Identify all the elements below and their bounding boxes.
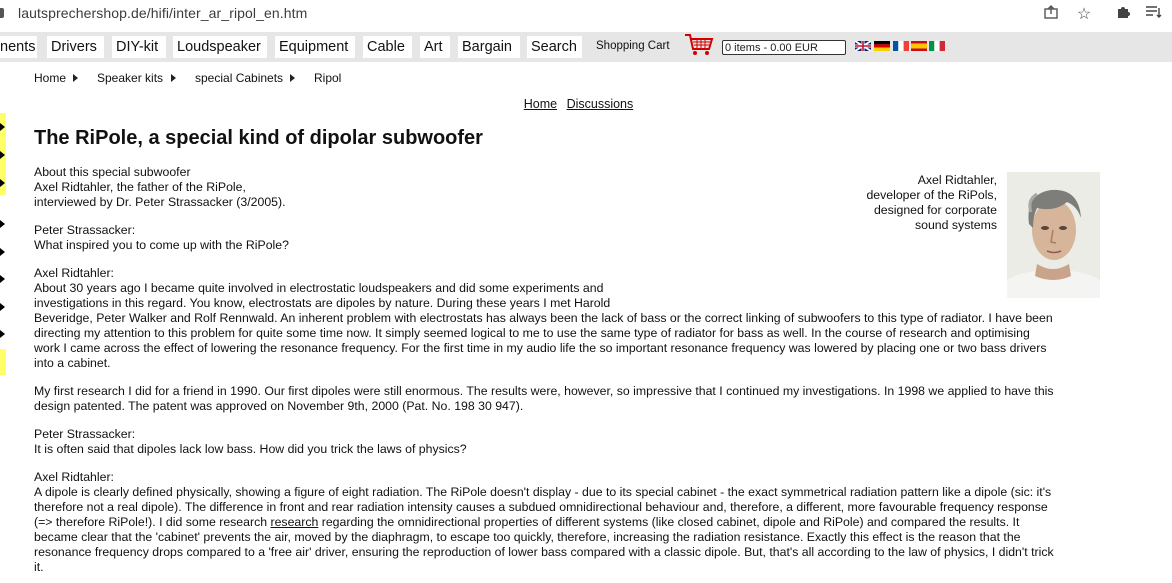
sidebar-arrow-icon [0, 330, 5, 338]
intro-line: About this special subwoofer [34, 165, 191, 179]
nav-item-loudspeaker[interactable]: Loudspeaker [173, 36, 267, 58]
page-title: The RiPole, a special kind of dipolar su… [34, 127, 483, 149]
intro-line: interviewed by Dr. Peter Strassacker (3/… [34, 195, 286, 209]
shopping-cart-label[interactable]: Shopping Cart [596, 40, 670, 52]
answer-line: About 30 years ago I became quite involv… [34, 281, 604, 295]
answer-line: investigations in this regard. You know,… [34, 296, 611, 310]
answer-line: A dipole is clearly defined physically, … [34, 485, 1052, 499]
speaker-label: Peter Strassacker: [34, 427, 136, 441]
flag-germany-icon[interactable] [874, 41, 890, 51]
nav-item-diy-kit[interactable]: DIY-kit [112, 36, 166, 58]
answer-2: Axel Ridtahler: A dipole is clearly defi… [34, 470, 1054, 575]
answer-line: directing my attention to this problem f… [34, 326, 1030, 340]
question-1: Peter Strassacker: What inspired you to … [34, 223, 289, 253]
sidebar-arrow-icon [0, 275, 5, 283]
question-text: It is often said that dipoles lack low b… [34, 442, 467, 456]
answer-line: became clear that the 'cabinet' prevents… [34, 530, 1021, 544]
home-link[interactable]: Home [524, 97, 557, 111]
flag-uk-icon[interactable] [855, 41, 871, 51]
share-icon[interactable] [1041, 4, 1061, 25]
answer-line: work I came across the effect of lowerin… [34, 341, 1047, 355]
nav-item-drivers[interactable]: Drivers [47, 36, 104, 58]
answer-line: into a cabinet. [34, 356, 111, 370]
answer-text: regarding the omnidirectional properties… [318, 515, 1020, 529]
flag-spain-icon[interactable] [911, 41, 927, 51]
breadcrumb-speaker-kits[interactable]: Speaker kits [97, 71, 163, 85]
answer-line: resonance frequency drops compared to a … [34, 545, 1054, 559]
intro-line: Axel Ridtahler, the father of the RiPole… [34, 180, 246, 194]
shopping-cart-icon[interactable] [684, 32, 714, 58]
breadcrumb-ripol[interactable]: Ripol [314, 71, 341, 85]
bookmark-star-icon[interactable]: ☆ [1074, 4, 1094, 24]
flag-italy-icon[interactable] [929, 41, 945, 51]
reading-list-icon[interactable] [1144, 4, 1164, 25]
caption-line: designed for corporate [873, 203, 997, 217]
answer-line: My first research I did for a friend in … [34, 384, 1054, 398]
answer-line: Beveridge, Peter Walker and Rolf Rennwal… [34, 311, 1053, 325]
flag-france-icon[interactable] [893, 41, 909, 51]
breadcrumb-arrow-icon [171, 74, 176, 82]
answer-1-continued: My first research I did for a friend in … [34, 384, 1054, 414]
breadcrumb-home[interactable]: Home [34, 71, 66, 85]
lock-icon [0, 8, 4, 18]
question-2: Peter Strassacker: It is often said that… [34, 427, 467, 457]
speaker-label: Axel Ridtahler: [34, 470, 114, 484]
photo-caption: Axel Ridtahler, developer of the RiPols,… [866, 173, 997, 233]
site-nav: nents Drivers DIY-kit Loudspeaker Equipm… [0, 32, 1172, 62]
speaker-label: Peter Strassacker: [34, 223, 136, 237]
answer-line: it. [34, 560, 44, 574]
caption-line: developer of the RiPols, [866, 188, 997, 202]
intro-block: About this special subwoofer Axel Ridtah… [34, 165, 286, 210]
question-text: What inspired you to come up with the Ri… [34, 238, 289, 252]
top-links: Home Discussions [0, 97, 1157, 111]
discussions-link[interactable]: Discussions [567, 97, 634, 111]
sidebar-arrow-icon [0, 123, 5, 131]
nav-item-cable[interactable]: Cable [363, 36, 412, 58]
nav-item-equipment[interactable]: Equipment [275, 36, 355, 58]
sidebar-arrow-icon [0, 303, 5, 311]
breadcrumb-arrow-icon [290, 74, 295, 82]
caption-line: Axel Ridtahler, [917, 173, 997, 187]
breadcrumb-special-cabinets[interactable]: special Cabinets [195, 71, 283, 85]
answer-line: therefore not a real dipole). The differ… [34, 500, 1048, 514]
answer-text: (=> therefore RiPole!). I did some resea… [34, 515, 271, 529]
speaker-label: Axel Ridtahler: [34, 266, 114, 280]
answer-line: (=> therefore RiPole!). I did some resea… [34, 515, 1054, 530]
nav-item-bargain[interactable]: Bargain [458, 36, 520, 58]
sidebar-fragment [0, 349, 6, 375]
sidebar-arrow-icon [0, 248, 5, 256]
browser-address-bar[interactable]: lautsprechershop.de/hifi/inter_ar_ripol_… [0, 0, 1172, 30]
sidebar-arrow-icon [0, 179, 5, 187]
nav-item-components[interactable]: nents [0, 36, 37, 58]
url-text[interactable]: lautsprechershop.de/hifi/inter_ar_ripol_… [18, 5, 307, 21]
breadcrumb-arrow-icon [73, 74, 78, 82]
nav-item-search[interactable]: Search [527, 36, 582, 58]
nav-item-art[interactable]: Art [420, 36, 450, 58]
sidebar-arrow-icon [0, 220, 5, 228]
caption-line: sound systems [914, 218, 997, 232]
research-link[interactable]: research [270, 515, 318, 529]
answer-1: Axel Ridtahler: About 30 years ago I bec… [34, 266, 1053, 371]
cart-summary-field[interactable]: 0 items - 0.00 EUR [722, 40, 846, 55]
answer-line: design patented. The patent was approved… [34, 399, 524, 413]
extensions-puzzle-icon[interactable] [1113, 4, 1133, 25]
sidebar-arrow-icon [0, 151, 5, 159]
